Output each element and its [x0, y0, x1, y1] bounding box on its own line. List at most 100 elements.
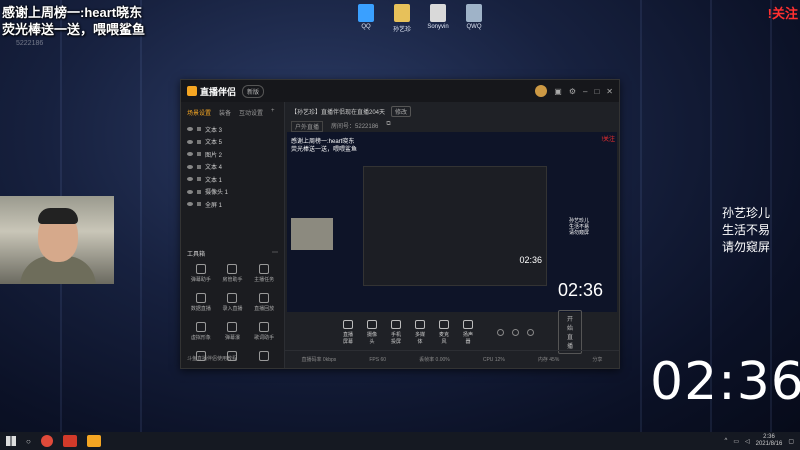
desktop-icon-label: QWQ — [466, 24, 482, 30]
logo-icon — [187, 86, 197, 96]
add-source-icon[interactable]: + — [271, 108, 275, 117]
list-item[interactable]: 图片 2 — [187, 148, 278, 161]
chrome-icon[interactable] — [40, 435, 53, 447]
tab-scenes[interactable]: 场景设置 — [187, 108, 211, 117]
status-item: 丢帧率 0.00% — [419, 357, 450, 363]
list-item[interactable]: 文本 5 — [187, 136, 278, 149]
speaker-button[interactable]: 扬声器 — [463, 319, 473, 345]
message-icon[interactable]: ▣ — [554, 87, 562, 96]
preview-nested-window: 02:36 — [363, 166, 547, 286]
system-clock[interactable]: 2:36 2021/8/16 — [756, 434, 783, 448]
app-name: 直播伴侣 — [200, 86, 237, 97]
tool-item[interactable]: 房管助手 — [217, 264, 249, 283]
stream-message-overlay: 感谢上周榜一:heart晓东 荧光棒送一送，喂喂鲨鱼 — [2, 4, 145, 38]
companion-icon[interactable] — [86, 435, 101, 447]
notification-icon[interactable]: ▢ — [788, 438, 794, 445]
preview-webcam — [291, 218, 333, 250]
tutorial-link[interactable]: 斗鱼直播伴侣使用教程 — [187, 355, 237, 362]
desktop-icon-qq[interactable]: QQ — [352, 4, 380, 33]
volume-icon[interactable]: ◁ — [745, 438, 750, 445]
eye-icon[interactable] — [187, 127, 193, 132]
list-item[interactable]: 文本 1 — [187, 173, 278, 186]
edit-title-button[interactable]: 修改 — [391, 106, 412, 117]
camera-icon — [367, 319, 377, 329]
eye-icon[interactable] — [187, 202, 193, 207]
list-item[interactable]: 文本 4 — [187, 161, 278, 174]
eye-icon[interactable] — [187, 152, 193, 157]
start-stream-button[interactable]: 开始直播 — [558, 310, 583, 354]
copy-icon[interactable]: ⧉ — [386, 121, 390, 132]
tab-interaction[interactable]: 互动设置 — [239, 108, 263, 117]
chevron-up-icon[interactable]: ^ — [725, 438, 728, 444]
right-overlay-text: 孙艺珍儿 生活不易 请勿窥屏 — [722, 205, 800, 256]
avatar[interactable] — [535, 85, 548, 97]
lock-icon[interactable] — [197, 152, 201, 157]
list-item[interactable]: 摄像头 1 — [187, 186, 278, 199]
status-item: FPS 60 — [369, 356, 387, 363]
network-icon[interactable]: ▭ — [733, 438, 739, 445]
camera-button[interactable]: 摄像头 — [367, 319, 377, 345]
preview-message: 感谢上周榜一:heart晓东 荧光棒送一送，喂喂鲨鱼 — [291, 139, 358, 153]
version-badge[interactable]: 新版 — [242, 84, 265, 98]
category-select[interactable]: 户外直播 — [291, 121, 324, 132]
lock-icon[interactable] — [197, 189, 201, 194]
data-icon — [195, 293, 206, 303]
douyu-icon[interactable] — [62, 435, 77, 447]
tool-item[interactable]: 歌词助手 — [248, 322, 280, 341]
screen-button[interactable]: 直播屏幕 — [343, 319, 353, 345]
phone-icon — [391, 319, 401, 329]
settings-icon[interactable] — [527, 328, 534, 336]
tool-item[interactable]: 主播任务 — [248, 264, 280, 283]
list-item[interactable]: 文本 3 — [187, 123, 278, 136]
lock-icon[interactable] — [197, 177, 201, 182]
phone-cast-button[interactable]: 手机投屏 — [391, 319, 401, 345]
eye-icon[interactable] — [187, 139, 193, 144]
desktop-icon-trash[interactable]: QWQ — [460, 4, 488, 33]
stream-preview[interactable]: 感谢上周榜一:heart晓东 荧光棒送一送，喂喂鲨鱼 !关注 02:36 孙艺珍… — [287, 132, 617, 312]
system-tray: ^ ▭ ◁ 2:36 2021/8/16 ▢ — [725, 434, 795, 448]
lyrics-icon — [259, 322, 270, 332]
eye-icon[interactable] — [187, 164, 193, 169]
avatar-icon — [195, 322, 206, 332]
lock-icon[interactable] — [197, 164, 201, 169]
minimize-icon[interactable]: – — [583, 87, 587, 96]
lock-icon[interactable] — [197, 139, 201, 144]
tool-item[interactable]: 数据直播 — [185, 293, 217, 312]
desktop-icon-folder[interactable]: 孙艺珍 — [388, 4, 416, 33]
windows-start-icon[interactable] — [6, 436, 16, 446]
close-icon[interactable]: ✕ — [606, 87, 613, 96]
tab-equipment[interactable]: 装备 — [219, 108, 231, 117]
share-link[interactable]: 分享 — [592, 356, 602, 363]
eye-icon[interactable] — [187, 189, 193, 194]
source-toolbar: 直播屏幕 摄像头 手机投屏 多媒体 麦克风 扬声器 开始直播 — [285, 310, 619, 354]
preview-side-text: 孙艺珍儿 生活不易 请勿窥屏 — [568, 218, 589, 236]
settings-icon[interactable]: ⚙ — [569, 87, 576, 96]
visibility-icon[interactable] — [512, 328, 519, 336]
media-button[interactable]: 多媒体 — [415, 319, 425, 345]
date: 2021/8/16 — [755, 441, 783, 447]
tool-item[interactable]: 直播回放 — [248, 293, 280, 312]
lock-icon[interactable] — [197, 202, 201, 207]
tool-item[interactable]: 弹幕瀑 — [217, 322, 249, 341]
tool-item[interactable]: 弹幕助手 — [185, 264, 217, 283]
streaming-app-window: 直播伴侣 新版 ▣ ⚙ – □ ✕ 场景设置 装备 互动设置 + 文本 3 文本… — [180, 79, 620, 369]
webcam-feed — [0, 196, 114, 284]
maximize-icon[interactable]: □ — [594, 87, 599, 96]
record-icon[interactable] — [497, 328, 504, 336]
overlay-line1: 生活不易 — [722, 223, 771, 237]
stream-info: 【孙艺珍】直播伴侣现在直播204天 修改 户外直播 房间号：5222186 ⧉ — [285, 102, 619, 132]
eye-icon[interactable] — [187, 177, 193, 182]
desktop-icon-label: Sonyvin — [427, 24, 449, 30]
screen-icon — [343, 319, 353, 329]
tool-item[interactable]: 虚拟形象 — [185, 322, 217, 341]
desktop-icon-doc[interactable]: Sonyvin — [424, 4, 452, 33]
tool-item[interactable]: 录入直播 — [217, 293, 249, 312]
list-item[interactable]: 全屏 1 — [187, 198, 278, 211]
taskbar: ○ ^ ▭ ◁ 2:36 2021/8/16 ▢ — [0, 432, 800, 450]
tool-item[interactable] — [248, 351, 280, 363]
more-icon[interactable]: ⋯ — [272, 249, 278, 258]
lock-icon[interactable] — [197, 127, 201, 132]
time: 2:36 — [763, 434, 775, 440]
search-icon[interactable]: ○ — [26, 437, 31, 446]
mic-button[interactable]: 麦克风 — [439, 319, 449, 345]
